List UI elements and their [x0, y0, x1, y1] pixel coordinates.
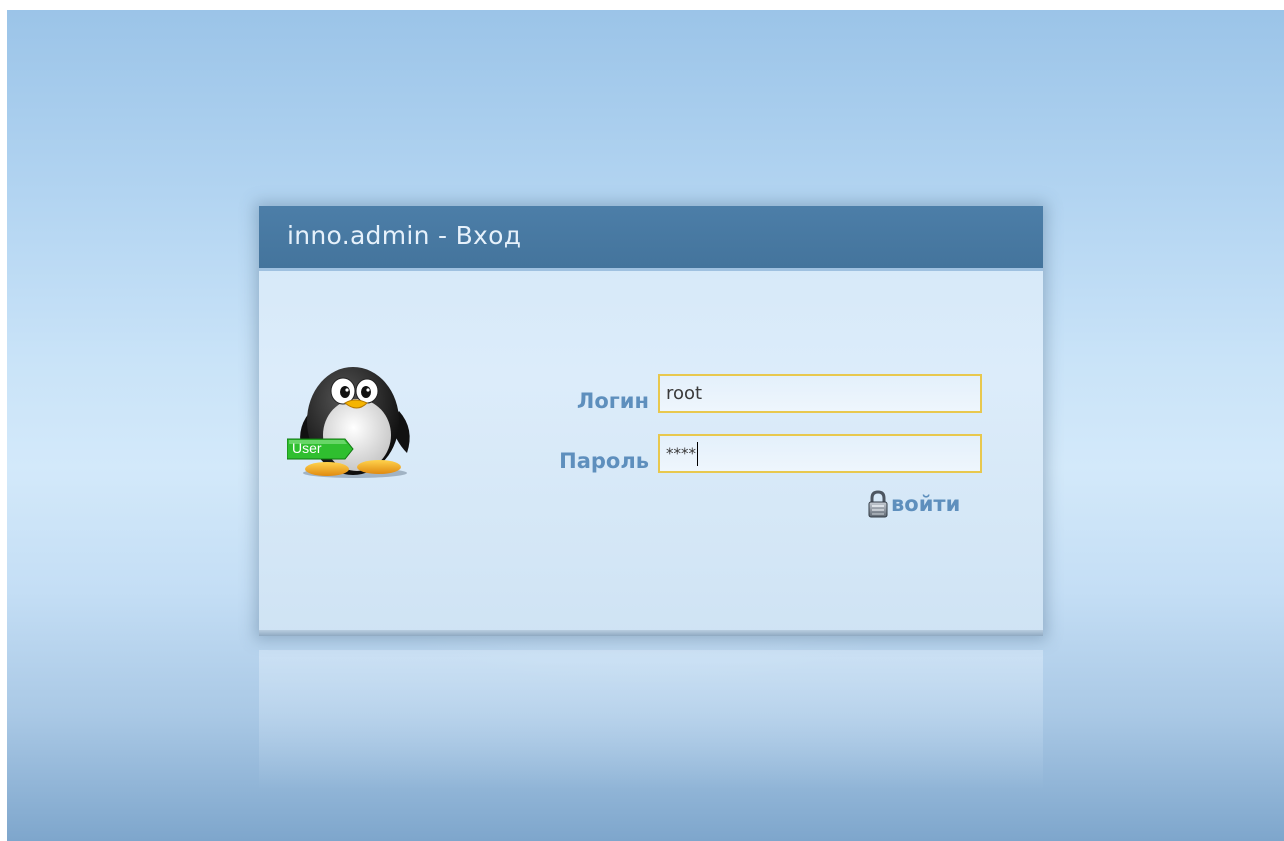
- login-label: Логин: [576, 389, 649, 413]
- password-label: Пароль: [559, 449, 649, 473]
- login-input[interactable]: root: [658, 374, 982, 413]
- user-badge-label: User: [292, 440, 322, 456]
- login-button-label: войти: [891, 492, 961, 516]
- password-input[interactable]: ****: [658, 434, 982, 473]
- padlock-icon: [867, 490, 889, 518]
- login-screen: inno.admin - Вход User Логин root Пароль…: [7, 10, 1284, 841]
- dialog-title: inno.admin - Вход: [287, 221, 522, 250]
- dialog-bottom-edge: [259, 630, 1043, 636]
- login-dialog: inno.admin - Вход User Логин root Пароль…: [259, 206, 1043, 636]
- login-value: root: [666, 383, 703, 404]
- text-caret: [697, 442, 698, 466]
- dialog-reflection: [259, 650, 1043, 790]
- login-button[interactable]: войти: [867, 487, 960, 521]
- penguin-graphic: [286, 367, 410, 478]
- dialog-titlebar: inno.admin - Вход: [259, 206, 1043, 271]
- penguin-user-icon: User: [286, 361, 417, 481]
- password-value: ****: [666, 444, 696, 463]
